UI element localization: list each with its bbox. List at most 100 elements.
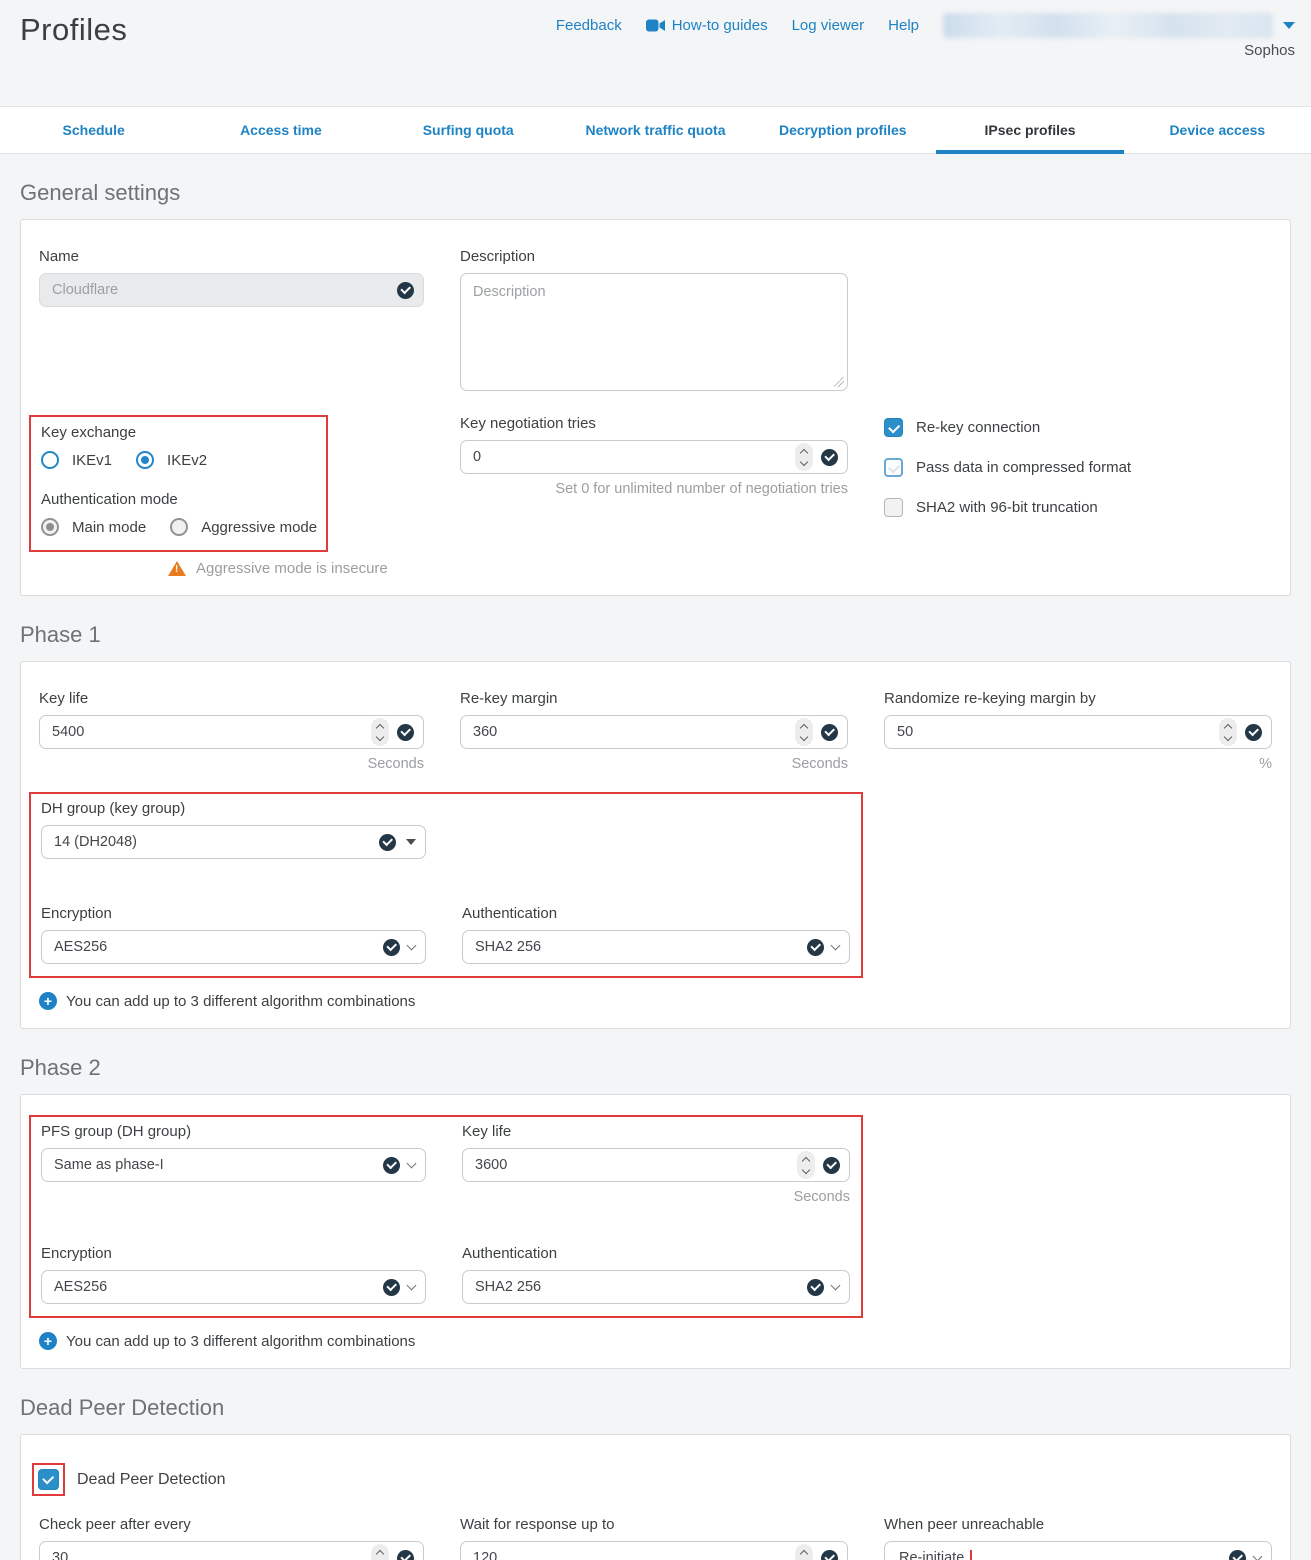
rekey-margin-value: 360 [473,724,795,740]
feedback-link[interactable]: Feedback [556,17,622,34]
stepper-up-icon[interactable] [800,448,808,456]
phase2-card: PFS group (DH group) Same as phase-I Key… [20,1094,1291,1369]
stepper-up-icon[interactable] [800,723,808,731]
valid-check-icon [823,1157,840,1174]
key-negotiation-input[interactable]: 0 [460,440,848,474]
authentication-value: SHA2 256 [475,939,807,955]
valid-check-icon [1229,1550,1246,1560]
resize-handle[interactable] [834,377,844,387]
log-viewer-link[interactable]: Log viewer [792,17,865,34]
authentication-value: SHA2 256 [475,1279,807,1295]
stepper-down-icon[interactable] [800,732,808,740]
plus-icon[interactable]: + [39,1332,57,1350]
name-input[interactable]: Cloudflare [39,273,424,307]
stepper-up-icon[interactable] [802,1156,810,1164]
highlight-box-reinitiate: Re-initiate [897,1550,972,1560]
radio-main-mode-control[interactable] [41,518,59,536]
chevron-down-icon[interactable] [831,941,841,951]
account-selector[interactable] [943,13,1295,38]
when-unreachable-value-wrap: Re-initiate [897,1550,1229,1560]
section-title-phase1: Phase 1 [20,622,1291,648]
dh-group-field: DH group (key group) 14 (DH2048) [41,800,426,859]
radio-aggressive-mode[interactable]: Aggressive mode [170,518,317,536]
howto-guides-link[interactable]: How-to guides [646,17,768,34]
stepper-up-icon[interactable] [1224,723,1232,731]
chevron-down-icon[interactable] [831,1281,841,1291]
rekey-margin-unit: Seconds [460,756,848,772]
stepper-down-icon[interactable] [1224,732,1232,740]
key-life-input[interactable]: 5400 [39,715,424,749]
number-stepper[interactable] [1219,718,1237,746]
options-checkbox-group: Re-key connection Pass data in compresse… [884,415,1272,538]
wait-response-input[interactable]: 120 [460,1541,848,1560]
tab-surfing-quota[interactable]: Surfing quota [375,107,562,153]
name-value: Cloudflare [52,282,397,298]
chevron-down-icon[interactable] [407,1159,417,1169]
radio-ikev2[interactable]: IKEv2 [136,451,207,469]
phase2-key-life-unit: Seconds [462,1189,850,1205]
stepper-down-icon[interactable] [802,1165,810,1173]
tab-schedule[interactable]: Schedule [0,107,187,153]
dpd-enable-checkbox[interactable] [38,1469,59,1490]
phase2-encryption-select[interactable]: AES256 [41,1270,426,1304]
radio-ikev2-label: IKEv2 [167,452,207,469]
pfs-group-select[interactable]: Same as phase-I [41,1148,426,1182]
phase2-authentication-select[interactable]: SHA2 256 [462,1270,850,1304]
checkbox-rekey-control[interactable] [884,418,903,437]
rekey-margin-input[interactable]: 360 [460,715,848,749]
plus-icon[interactable]: + [39,992,57,1010]
valid-check-icon [807,1279,824,1296]
phase1-encryption-field: Encryption AES256 [41,905,426,964]
phase1-authentication-select[interactable]: SHA2 256 [462,930,850,964]
help-link[interactable]: Help [888,17,919,34]
phase1-encryption-select[interactable]: AES256 [41,930,426,964]
radio-ikev1[interactable]: IKEv1 [41,451,112,469]
check-peer-group: Check peer after every 30 Seconds [39,1516,424,1560]
description-textarea[interactable]: Description [460,273,848,391]
radio-ikev2-control[interactable] [136,451,154,469]
check-peer-input[interactable]: 30 [39,1541,424,1560]
dropdown-caret-icon[interactable] [406,839,416,845]
number-stepper[interactable] [797,1151,815,1179]
key-negotiation-value: 0 [473,449,795,465]
phase2-add-combination-note: + You can add up to 3 different algorith… [39,1332,1272,1350]
stepper-up-icon[interactable] [376,1549,384,1557]
number-stepper[interactable] [371,1544,389,1560]
dh-group-select[interactable]: 14 (DH2048) [41,825,426,859]
tab-network-traffic-quota[interactable]: Network traffic quota [562,107,749,153]
radio-main-mode[interactable]: Main mode [41,518,146,536]
wait-response-label: Wait for response up to [460,1516,848,1533]
valid-check-icon [397,724,414,741]
radio-aggressive-mode-label: Aggressive mode [201,519,317,536]
tab-access-time[interactable]: Access time [187,107,374,153]
randomize-value: 50 [897,724,1219,740]
checkbox-compressed-format[interactable]: Pass data in compressed format [884,458,1272,477]
stepper-down-icon[interactable] [800,457,808,465]
phase2-key-life-input[interactable]: 3600 [462,1148,850,1182]
checkbox-rekey-connection[interactable]: Re-key connection [884,418,1272,437]
number-stepper[interactable] [795,1544,813,1560]
when-unreachable-select[interactable]: Re-initiate [884,1541,1272,1560]
stepper-up-icon[interactable] [800,1549,808,1557]
number-stepper[interactable] [371,718,389,746]
number-stepper[interactable] [795,443,813,471]
chevron-down-icon[interactable] [407,941,417,951]
checkbox-sha2-truncation[interactable]: SHA2 with 96-bit truncation [884,498,1272,517]
stepper-up-icon[interactable] [376,723,384,731]
tab-ipsec-profiles[interactable]: IPsec profiles [936,107,1123,153]
radio-ikev1-control[interactable] [41,451,59,469]
video-camera-icon [646,19,665,32]
phase2-add-note-text: You can add up to 3 different algorithm … [66,1333,415,1350]
tab-decryption-profiles[interactable]: Decryption profiles [749,107,936,153]
chevron-down-icon[interactable] [1253,1552,1263,1560]
chevron-down-icon[interactable] [407,1281,417,1291]
checkbox-sha2-control[interactable] [884,498,903,517]
radio-aggressive-mode-control[interactable] [170,518,188,536]
tab-device-access[interactable]: Device access [1124,107,1311,153]
stepper-down-icon[interactable] [376,732,384,740]
number-stepper[interactable] [795,718,813,746]
checkbox-compressed-control[interactable] [884,458,903,477]
randomize-input[interactable]: 50 [884,715,1272,749]
pfs-group-field: PFS group (DH group) Same as phase-I [41,1123,426,1182]
description-field-group: Description Description [460,248,848,391]
